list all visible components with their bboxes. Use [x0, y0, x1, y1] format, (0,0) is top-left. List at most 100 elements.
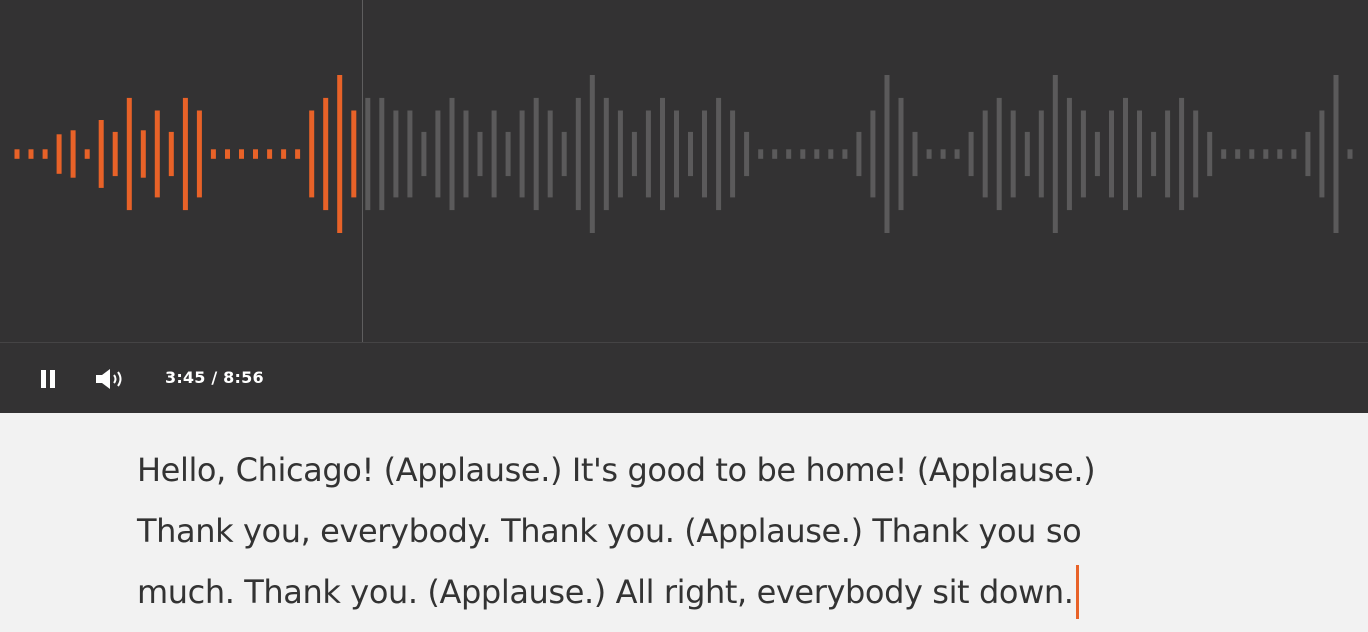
- waveform-bar: [267, 149, 273, 159]
- waveform-bar: [1024, 131, 1030, 177]
- waveform-bar: [140, 130, 146, 178]
- waveform-bar: [1305, 131, 1311, 177]
- waveform-bar: [1066, 97, 1072, 211]
- transcript-panel: Hello, Chicago! (Applause.) It's good to…: [0, 413, 1368, 632]
- waveform-bar: [842, 149, 848, 159]
- waveform-bar: [1207, 131, 1213, 177]
- waveform[interactable]: [0, 0, 1368, 342]
- waveform-bar: [365, 97, 371, 211]
- waveform-bar: [1319, 110, 1325, 198]
- waveform-bar: [210, 149, 216, 159]
- waveform-bar: [912, 131, 918, 177]
- waveform-bar: [898, 97, 904, 211]
- waveform-bar: [996, 97, 1002, 211]
- waveform-bar: [786, 149, 792, 159]
- waveform-svg[interactable]: [0, 0, 1368, 342]
- waveform-bar: [505, 131, 511, 177]
- waveform-bar: [645, 110, 651, 198]
- waveform-bar: [309, 110, 315, 198]
- waveform-bar: [1179, 97, 1185, 211]
- waveform-bar: [702, 110, 707, 198]
- transcript-line: Hello, Chicago! (Applause.) It's good to…: [137, 451, 1096, 489]
- time-display: 3:45 / 8:56: [165, 368, 264, 387]
- waveform-bar: [1277, 149, 1283, 159]
- waveform-bar: [575, 97, 581, 211]
- waveform-bar: [1193, 110, 1199, 198]
- waveform-bar: [295, 149, 301, 159]
- waveform-bar: [603, 97, 609, 211]
- waveform-bar: [84, 149, 90, 159]
- waveform-bar: [56, 134, 62, 174]
- waveform-bar: [154, 110, 160, 198]
- waveform-bar: [772, 149, 778, 159]
- transcript-line: Thank you, everybody. Thank you. (Applau…: [137, 512, 1082, 550]
- waveform-bar: [351, 110, 357, 198]
- waveform-bar: [828, 149, 834, 159]
- waveform-bar: [1347, 149, 1353, 159]
- waveform-bar: [225, 149, 230, 159]
- waveform-bar: [1137, 110, 1142, 198]
- waveform-bar: [98, 120, 104, 188]
- waveform-bar: [281, 149, 287, 159]
- waveform-bar: [1333, 75, 1339, 233]
- waveform-bar: [1123, 97, 1128, 211]
- waveform-bar: [926, 149, 932, 159]
- waveform-bar: [533, 97, 539, 211]
- waveform-bar: [1221, 149, 1227, 159]
- waveform-bar: [1263, 149, 1269, 159]
- waveform-bar: [716, 97, 722, 211]
- waveform-bar: [168, 131, 174, 177]
- audio-player: 3:45 / 8:56: [0, 0, 1368, 413]
- waveform-bar: [1038, 110, 1044, 198]
- waveform-bar: [1249, 149, 1255, 159]
- waveform-bar: [28, 149, 34, 159]
- waveform-bar: [1094, 131, 1100, 177]
- waveform-bar: [1080, 110, 1086, 198]
- waveform-bar: [968, 131, 974, 177]
- waveform-bar: [323, 97, 329, 211]
- waveform-bar: [561, 131, 567, 177]
- waveform-bar: [1151, 131, 1157, 177]
- waveform-bar: [449, 97, 455, 211]
- waveform-bar: [674, 110, 679, 198]
- transcript-text[interactable]: Hello, Chicago! (Applause.) It's good to…: [137, 440, 1217, 623]
- waveform-bar: [814, 149, 820, 159]
- waveform-bar: [1109, 110, 1114, 198]
- waveform-bar: [940, 149, 946, 159]
- waveform-bar: [758, 149, 764, 159]
- waveform-bar: [519, 110, 525, 198]
- waveform-bar: [688, 131, 693, 177]
- waveform-bar: [196, 110, 202, 198]
- waveform-bar: [463, 110, 469, 198]
- waveform-bar: [547, 110, 553, 198]
- waveform-bar: [337, 75, 343, 233]
- waveform-bar: [1010, 110, 1016, 198]
- pause-button[interactable]: [36, 367, 60, 391]
- waveform-bar: [112, 131, 118, 177]
- waveform-bar: [631, 131, 637, 177]
- waveform-bar: [589, 75, 595, 233]
- waveform-bar: [182, 97, 188, 211]
- waveform-bar: [856, 131, 862, 177]
- waveform-bar: [1235, 149, 1241, 159]
- waveform-bar: [954, 149, 960, 159]
- waveform-bar: [730, 110, 736, 198]
- waveform-bar: [870, 110, 876, 198]
- waveform-bar: [126, 97, 132, 211]
- volume-button[interactable]: [94, 365, 130, 393]
- waveform-bar: [379, 97, 385, 211]
- waveform-bar: [800, 149, 806, 159]
- pause-icon-right-bar: [50, 370, 55, 388]
- waveform-bar: [393, 110, 399, 198]
- volume-icon: [96, 369, 122, 389]
- waveform-bar: [884, 75, 890, 233]
- player-controls: 3:45 / 8:56: [0, 343, 1368, 413]
- waveform-bar: [407, 110, 413, 198]
- waveform-bar: [14, 149, 20, 159]
- waveform-bar: [1165, 110, 1171, 198]
- pause-icon-left-bar: [41, 370, 46, 388]
- waveform-bar: [617, 110, 623, 198]
- waveform-bar: [477, 131, 483, 177]
- waveform-bar: [421, 131, 427, 177]
- waveform-bar: [1052, 75, 1058, 233]
